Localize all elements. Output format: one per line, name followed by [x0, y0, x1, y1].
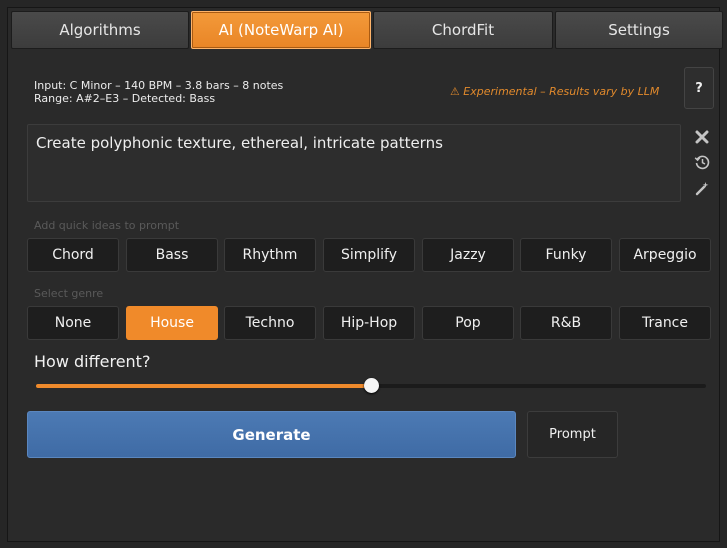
chip-label: Hip-Hop [340, 315, 398, 331]
chip-label: Rhythm [242, 247, 298, 263]
generate-label: Generate [232, 425, 311, 444]
genre-techno[interactable]: Techno [224, 306, 316, 340]
tab-label: Algorithms [59, 21, 141, 39]
genre-label: Select genre [34, 287, 104, 300]
chip-label: Bass [155, 247, 189, 263]
quick-ideas-row: Chord Bass Rhythm Simplify Jazzy Funky A… [27, 238, 712, 272]
prompt-text: Create polyphonic texture, ethereal, int… [36, 134, 443, 152]
chip-label: Pop [455, 315, 481, 331]
experimental-warning: ⚠ Experimental – Results vary by LLM [450, 85, 660, 98]
generate-button[interactable]: Generate [27, 411, 516, 458]
tab-chordfit[interactable]: ChordFit [373, 11, 553, 49]
quick-idea-simplify[interactable]: Simplify [323, 238, 415, 272]
magic-wand-icon[interactable] [690, 178, 714, 198]
prompt-label: Prompt [549, 427, 596, 442]
input-summary: Input: C Minor – 140 BPM – 3.8 bars – 8 … [34, 79, 284, 92]
genre-row: None House Techno Hip-Hop Pop R&B Trance [27, 306, 712, 340]
tab-settings[interactable]: Settings [555, 11, 723, 49]
chip-label: Trance [641, 315, 688, 331]
difference-label: How different? [34, 352, 151, 371]
chip-label: House [150, 315, 194, 331]
tab-label: ChordFit [431, 21, 495, 39]
range-summary: Range: A#2–E3 – Detected: Bass [34, 92, 216, 105]
tab-algorithms[interactable]: Algorithms [11, 11, 189, 49]
quick-ideas-label: Add quick ideas to prompt [34, 219, 180, 232]
history-icon[interactable] [690, 152, 714, 172]
tab-bar: Algorithms AI (NoteWarp AI) ChordFit Set… [11, 11, 723, 51]
tab-label: AI (NoteWarp AI) [218, 21, 344, 39]
help-button[interactable]: ? [684, 67, 714, 109]
quick-idea-chord[interactable]: Chord [27, 238, 119, 272]
genre-house[interactable]: House [126, 306, 218, 340]
chip-label: Jazzy [450, 247, 486, 263]
chip-label: Chord [52, 247, 94, 263]
genre-pop[interactable]: Pop [422, 306, 514, 340]
quick-idea-arpeggio[interactable]: Arpeggio [619, 238, 711, 272]
chip-label: R&B [550, 315, 582, 331]
quick-idea-funky[interactable]: Funky [520, 238, 612, 272]
help-label: ? [695, 80, 703, 96]
slider-fill [36, 384, 371, 388]
prompt-button[interactable]: Prompt [527, 411, 618, 458]
genre-none[interactable]: None [27, 306, 119, 340]
genre-hip-hop[interactable]: Hip-Hop [323, 306, 415, 340]
genre-trance[interactable]: Trance [619, 306, 711, 340]
tab-label: Settings [608, 21, 670, 39]
tab-ai-notewarp[interactable]: AI (NoteWarp AI) [191, 11, 371, 49]
chip-label: Simplify [340, 247, 398, 263]
chip-label: Arpeggio [633, 247, 697, 263]
genre-rnb[interactable]: R&B [520, 306, 612, 340]
quick-idea-jazzy[interactable]: Jazzy [422, 238, 514, 272]
input-info: Input: C Minor – 140 BPM – 3.8 bars – 8 … [34, 79, 283, 105]
prompt-textarea[interactable]: Create polyphonic texture, ethereal, int… [27, 124, 681, 202]
difference-slider[interactable] [36, 378, 706, 393]
quick-idea-rhythm[interactable]: Rhythm [224, 238, 316, 272]
quick-idea-bass[interactable]: Bass [126, 238, 218, 272]
chip-label: None [54, 315, 92, 331]
chip-label: Funky [545, 247, 587, 263]
close-icon[interactable] [690, 127, 714, 147]
slider-handle[interactable] [364, 378, 379, 393]
chip-label: Techno [245, 315, 295, 331]
